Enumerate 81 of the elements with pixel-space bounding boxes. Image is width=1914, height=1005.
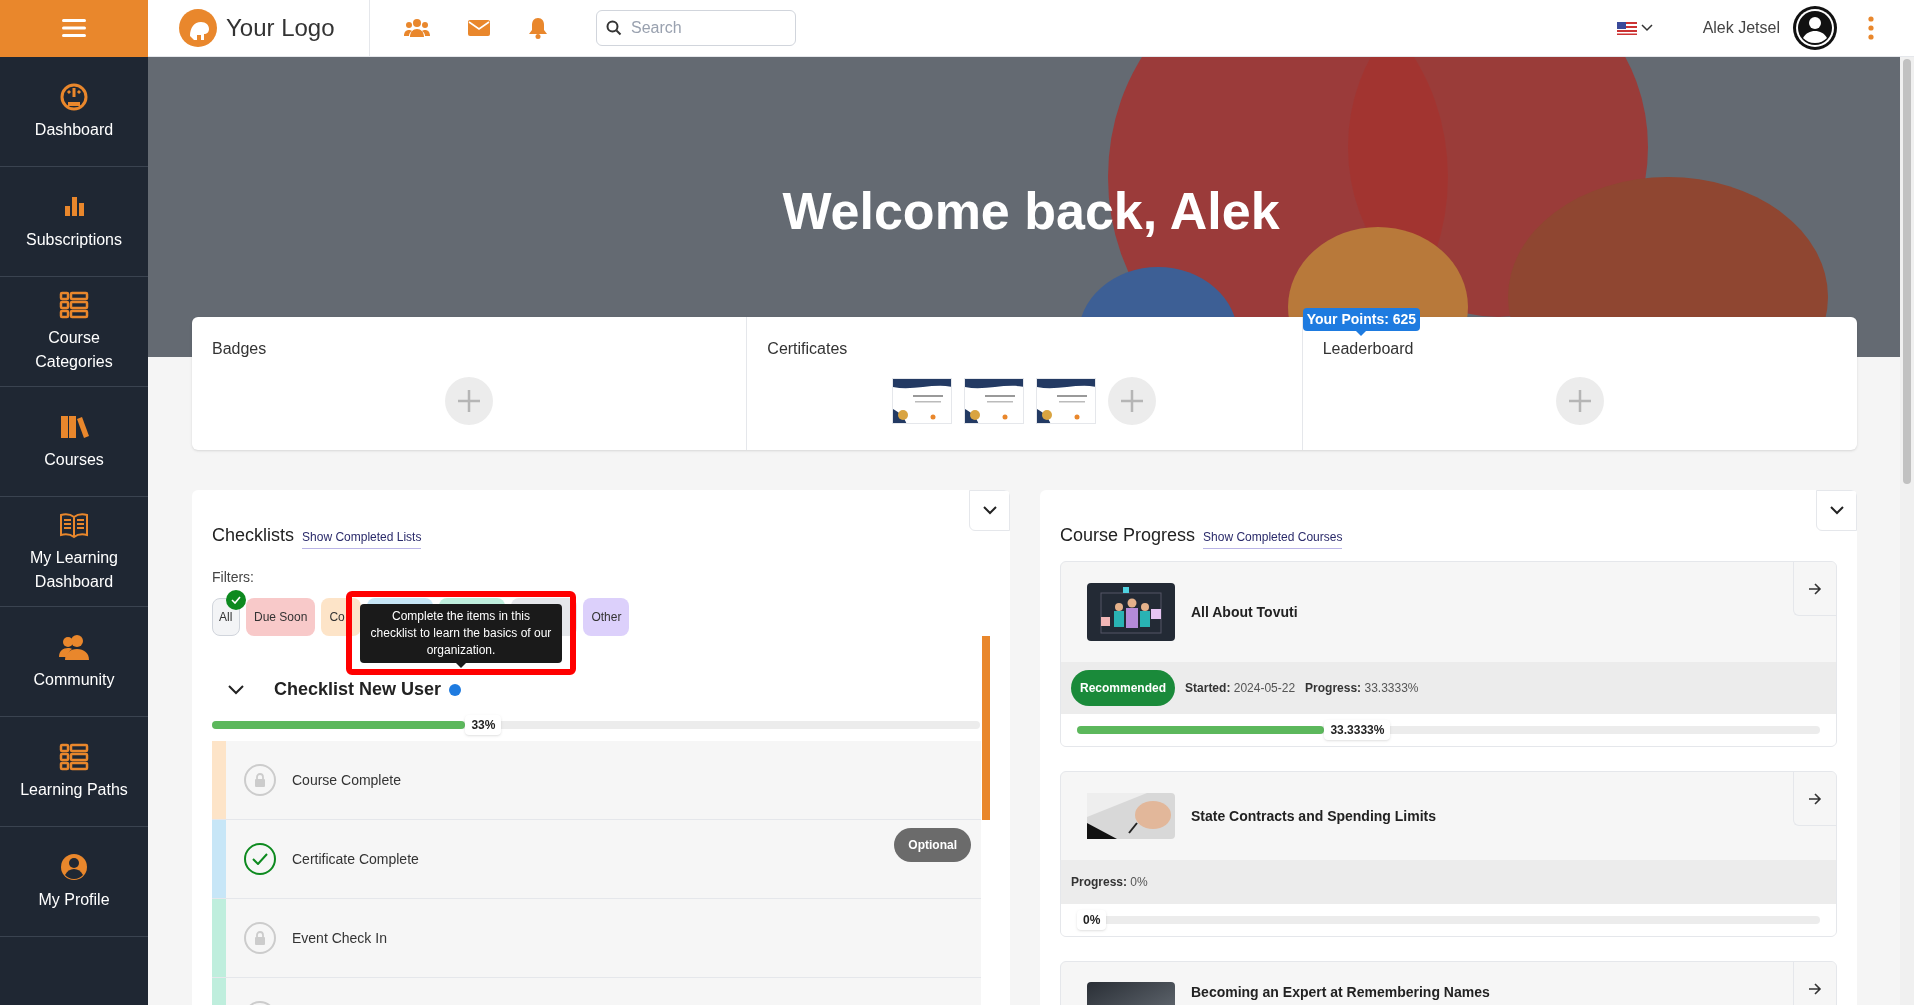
open-button[interactable] (1793, 962, 1836, 1005)
course-meta: Progress: 0% (1071, 874, 1148, 891)
menu-button[interactable] (0, 0, 148, 57)
plus-icon (1566, 388, 1593, 414)
section-title: Badges (212, 339, 268, 359)
sidebar-item[interactable]: Learning Paths (0, 717, 148, 827)
arrow-right-icon (1808, 792, 1822, 805)
list-icon (59, 741, 89, 772)
search-icon (606, 20, 622, 36)
user-name[interactable]: Alek Jetsel (1702, 16, 1780, 40)
add-button[interactable] (1555, 377, 1604, 425)
plus-icon (1119, 388, 1146, 414)
bell-icon[interactable] (528, 17, 548, 39)
filters-label: Filters: (211, 568, 255, 587)
course-card[interactable]: Becoming an Expert at Remembering Names (1060, 961, 1837, 1005)
panel-title: Checklists (212, 524, 295, 547)
certificate-thumbnail[interactable] (964, 378, 1025, 424)
arrow-right-icon (1808, 982, 1822, 995)
section-title: Certificates (767, 339, 849, 359)
checklist-item[interactable]: Course Complete (212, 741, 981, 820)
menu-icon (62, 18, 86, 38)
check-icon (226, 590, 246, 610)
course-title[interactable]: State Contracts and Spending Limits (1191, 805, 1437, 827)
course-meta: Started: 2024-05-22 (1185, 680, 1296, 697)
filter-chip[interactable]: Other (583, 598, 630, 636)
avatar-icon[interactable] (1792, 5, 1838, 51)
item-label: Certificate Complete (292, 849, 419, 869)
add-button[interactable] (445, 377, 494, 425)
logo-text: Your Logo (226, 13, 335, 43)
flag-icon (1616, 21, 1637, 35)
collapse-button[interactable] (1816, 490, 1857, 531)
certificate-thumbnail[interactable] (1036, 378, 1097, 424)
section-title: Leaderboard (1322, 339, 1415, 359)
plus-icon (456, 388, 483, 414)
certificate-thumbnail[interactable] (892, 378, 953, 424)
list-icon (59, 289, 89, 320)
logo-icon (178, 8, 218, 48)
tooltip-pointer (456, 662, 466, 668)
course-card[interactable]: All About Tovuti Recommended Started: 2024-05-22 Progress: 33.3333% 33.3333% (1060, 561, 1837, 747)
show-completed-link[interactable]: Show Completed Lists (302, 528, 422, 549)
info-icon[interactable] (449, 683, 462, 696)
checklist-item[interactable]: Certificate Complete Optional (212, 820, 981, 899)
checklist-item[interactable]: Event Check In (212, 899, 981, 978)
progress-tooltip: 33% (465, 715, 502, 735)
sidebar-item[interactable]: My Learning Dashboard (0, 497, 148, 607)
badge-pointer (1356, 331, 1367, 336)
course-meta: Progress: 33.3333% (1305, 680, 1419, 697)
item-label: Course Complete (292, 770, 401, 790)
item-label: Event Check In (292, 928, 387, 948)
course-title[interactable]: Becoming an Expert at Remembering Names (1191, 982, 1490, 1003)
scrollbar[interactable] (1900, 57, 1914, 1005)
sidebar-item[interactable]: Community (0, 607, 148, 717)
show-completed-link[interactable]: Show Completed Courses (1203, 528, 1343, 549)
open-button[interactable] (1793, 772, 1836, 826)
progress-tooltip: 33.3333% (1324, 720, 1391, 740)
optional-badge: Optional (894, 828, 971, 862)
checklist-title: Checklist New User (274, 678, 442, 701)
sidebar-item[interactable]: Courses (0, 387, 148, 497)
expand-toggle[interactable] (228, 684, 244, 695)
more-icon[interactable] (1868, 16, 1874, 40)
chevron-down-icon (1829, 506, 1844, 515)
progress-tooltip: 0% (1077, 910, 1107, 930)
language-dropdown[interactable] (1616, 21, 1653, 35)
open-button[interactable] (1793, 562, 1836, 616)
chevron-down-icon (982, 506, 997, 515)
sidebar-item[interactable]: My Profile (0, 827, 148, 937)
add-button[interactable] (1108, 377, 1157, 425)
panel-title: Course Progress (1060, 524, 1196, 547)
search-field[interactable]: Search (596, 10, 796, 46)
users-icon[interactable] (404, 18, 430, 38)
filter-chip[interactable]: Due Soon (246, 598, 316, 636)
mail-icon[interactable] (468, 20, 490, 36)
welcome-heading: Welcome back, Alek (782, 181, 1280, 242)
arrow-right-icon (1808, 582, 1822, 595)
scrollbar[interactable] (982, 636, 990, 820)
collapse-button[interactable] (969, 490, 1010, 531)
gauge-icon (59, 81, 89, 112)
caret-icon (1640, 24, 1653, 32)
user-icon (59, 851, 89, 882)
recommended-tag: Recommended (1071, 670, 1176, 706)
course-title[interactable]: All About Tovuti (1191, 601, 1298, 623)
